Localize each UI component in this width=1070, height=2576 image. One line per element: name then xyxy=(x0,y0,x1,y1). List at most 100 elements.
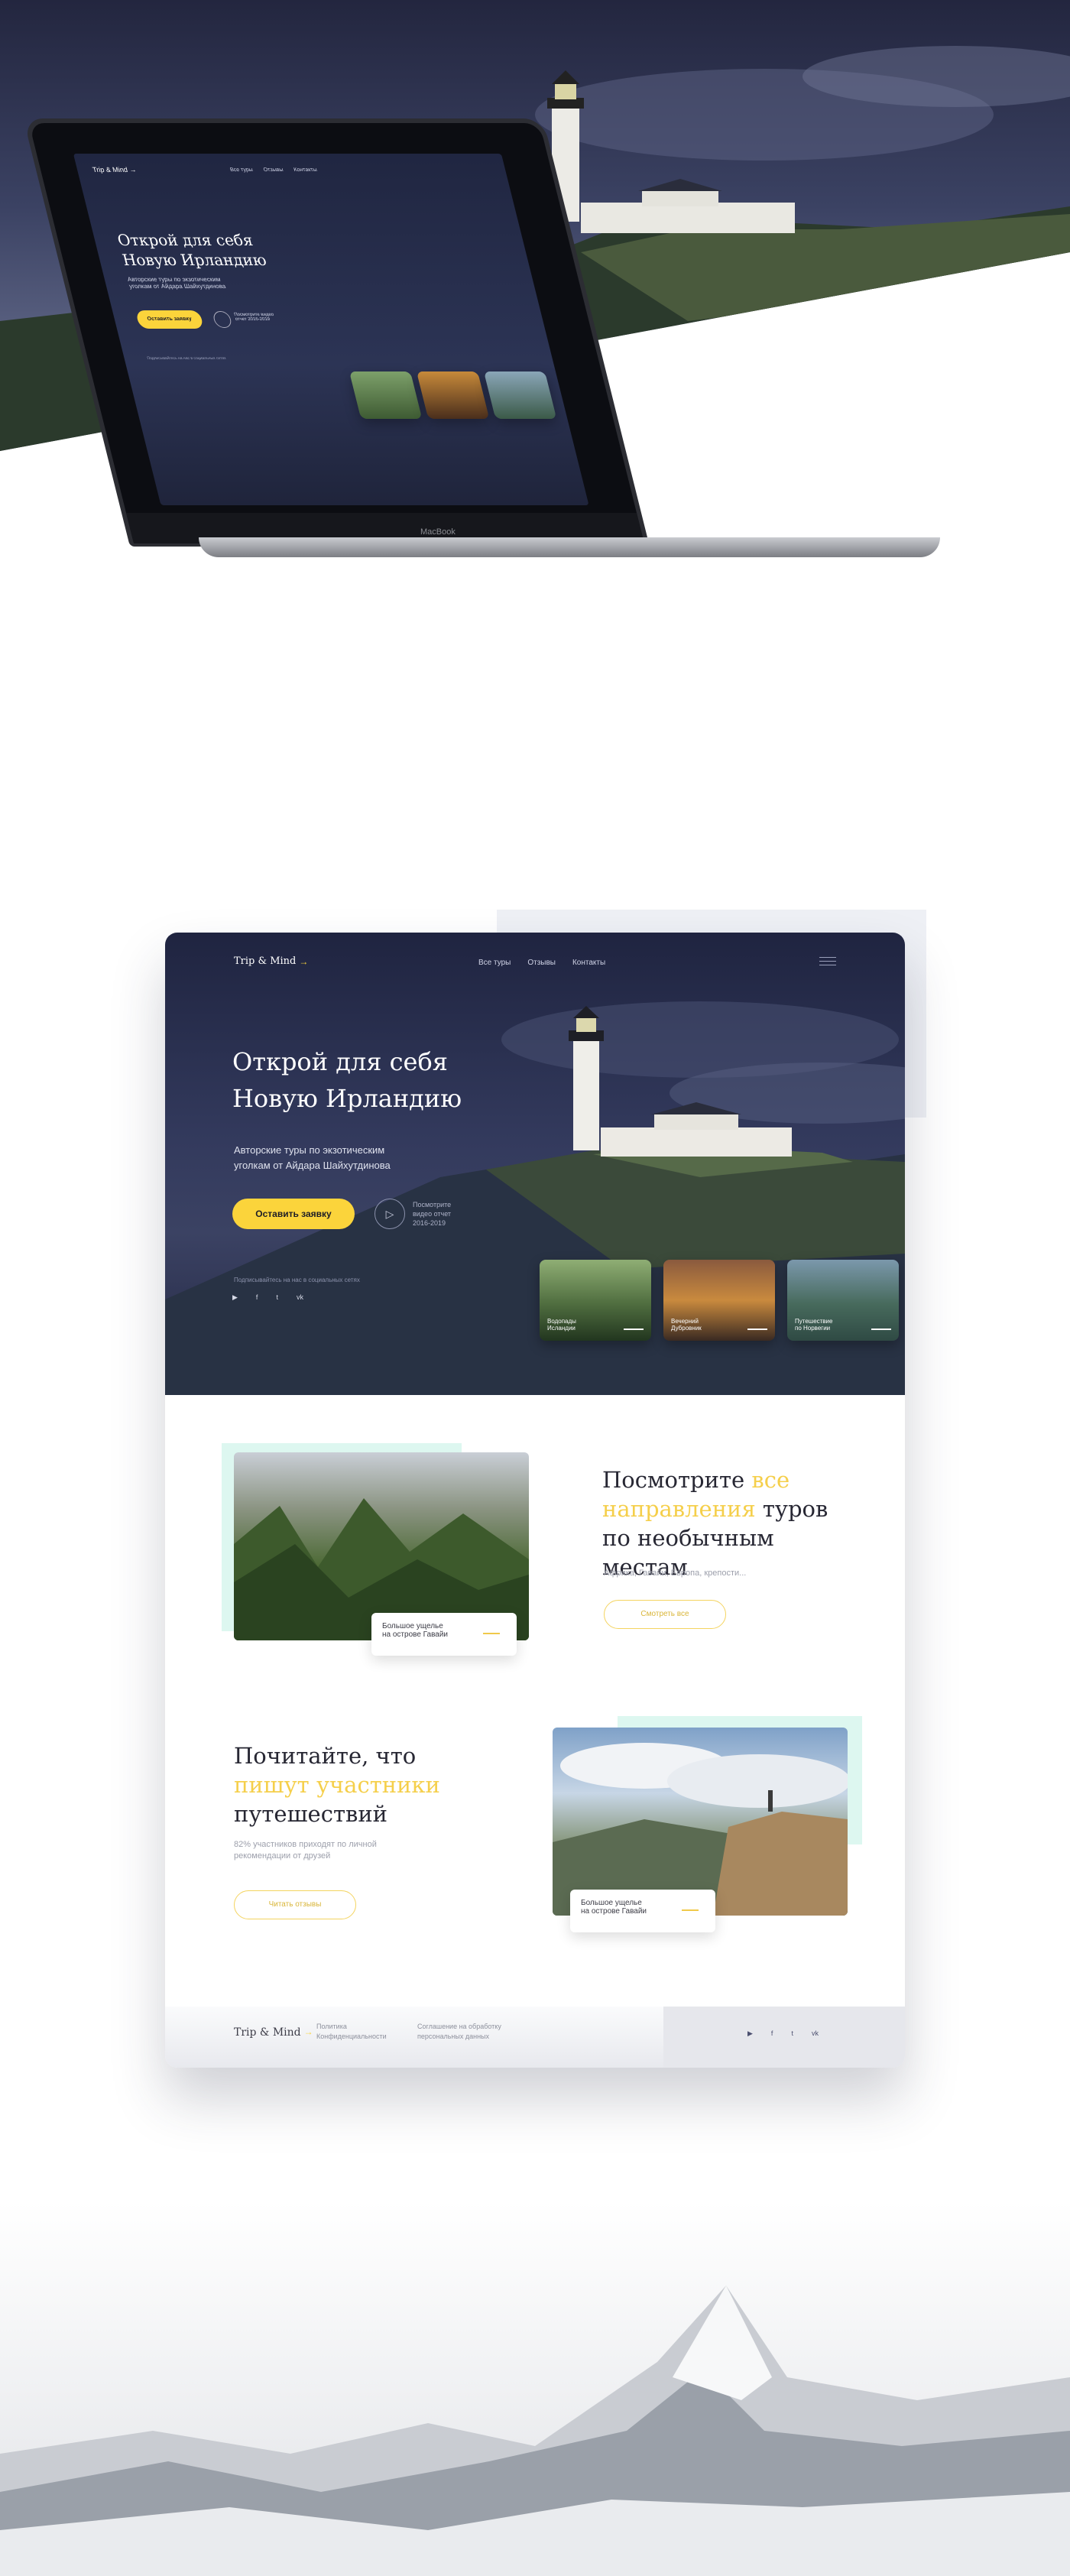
screen-nav-item[interactable]: Контакты xyxy=(293,167,318,173)
screen-nav-item[interactable]: Отзывы xyxy=(263,167,284,173)
screen-social-label: Подписывайтесь на нас в социальных сетях xyxy=(146,356,227,361)
link-line: Политика xyxy=(316,2023,347,2030)
nav-item-tours[interactable]: Все туры xyxy=(478,959,511,967)
hero-section: Trip & Mind → Все туры Отзывы Контакты О… xyxy=(165,933,905,1395)
data-processing-link[interactable]: Соглашение на обработку персональных дан… xyxy=(417,2022,501,2042)
logo-arrow-icon: → xyxy=(303,2026,313,2037)
tour-card-waterfalls[interactable]: Водопады Исландии xyxy=(540,1260,651,1341)
hero-cta-button[interactable]: Оставить заявку xyxy=(232,1199,355,1229)
title-highlight: пишут участники xyxy=(234,1772,440,1798)
screen-subtitle: Авторские туры по экзотическим уголкам о… xyxy=(126,276,227,290)
video-text-line: Посмотрите xyxy=(413,1201,452,1209)
nav-item-contacts[interactable]: Контакты xyxy=(572,959,605,967)
screen-video-text: Посмотрите видео отчет 2016-2019 xyxy=(233,313,275,322)
twitter-icon[interactable]: t xyxy=(791,2029,793,2038)
title-highlight: направления xyxy=(602,1496,756,1522)
screen-play-icon[interactable] xyxy=(212,311,233,328)
twitter-icon[interactable]: t xyxy=(276,1293,278,1302)
youtube-icon[interactable]: ▶ xyxy=(232,1293,238,1302)
social-label: Подписывайтесь на нас в социальных сетях xyxy=(234,1277,360,1283)
screen-title-line: Открой для себя xyxy=(115,231,255,249)
vk-icon[interactable]: vk xyxy=(297,1293,303,1302)
privacy-policy-link[interactable]: Политика Конфиденциальности xyxy=(316,2022,387,2042)
link-line: Конфиденциальности xyxy=(316,2033,387,2040)
caption-line: Большое ущелье xyxy=(581,1899,642,1907)
youtube-icon[interactable]: ▶ xyxy=(747,2029,753,2038)
caption-line: Большое ущелье xyxy=(382,1622,443,1630)
video-report-text: Посмотрите видео отчет 2016-2019 xyxy=(413,1200,451,1228)
caption-line: на острове Гавайи xyxy=(382,1630,449,1639)
site-logo[interactable]: Trip & Mind → xyxy=(234,955,308,967)
desc-line: рекомендации от друзей xyxy=(234,1851,331,1861)
footer: Trip & Mind → Политика Конфиденциальност… xyxy=(165,2007,905,2068)
screen-title: Открой для себя Новую Ирландию xyxy=(115,230,269,270)
vk-icon[interactable]: vk xyxy=(812,2029,819,2038)
screen-nav-item[interactable]: Все туры xyxy=(229,167,253,173)
footer-social-icons: ▶ f t vk xyxy=(747,2029,819,2038)
cliff-photo xyxy=(553,1728,848,1916)
title-text: Почитайте, что xyxy=(234,1743,417,1769)
screen-card[interactable] xyxy=(416,371,490,419)
title-highlight: все xyxy=(751,1467,790,1493)
screen-card[interactable] xyxy=(349,371,423,419)
view-all-button[interactable]: Смотреть все xyxy=(604,1600,726,1629)
photo-caption-card: Большое ущелье на острове Гавайи xyxy=(570,1890,715,1932)
facebook-icon[interactable]: f xyxy=(256,1293,258,1302)
cliff-illustration xyxy=(553,1743,848,1916)
logo-arrow-icon: → xyxy=(299,955,309,967)
main-nav: Все туры Отзывы Контакты xyxy=(478,959,605,967)
footer-logo[interactable]: Trip & Mind → xyxy=(234,2026,313,2039)
mountain-illustration xyxy=(0,2201,1070,2576)
reviews-description: 82% участников приходят по личной рекоме… xyxy=(234,1839,377,1862)
screen-cta-button[interactable]: Оставить заявку xyxy=(135,310,204,329)
arrow-right-icon xyxy=(871,1329,891,1330)
landing-page-mockup: Trip & Mind → Все туры Отзывы Контакты О… xyxy=(165,933,905,2068)
title-text: путешествий xyxy=(234,1801,387,1827)
facebook-icon[interactable]: f xyxy=(771,2029,773,2038)
logo-text: Trip & Mind xyxy=(234,2026,301,2039)
reviews-title: Почитайте, что пишут участники путешеств… xyxy=(234,1741,440,1828)
video-text-line: 2016-2019 xyxy=(413,1219,446,1227)
screen-title-line: Новую Ирландию xyxy=(120,251,269,269)
tour-card-dubrovnik[interactable]: Вечерний Дубровник xyxy=(663,1260,775,1341)
screen-nav: Все туры Отзывы Контакты xyxy=(229,167,317,173)
destinations-title: Посмотрите все направления туров по необ… xyxy=(602,1465,862,1582)
read-reviews-button[interactable]: Читать отзывы xyxy=(234,1890,356,1919)
title-text: Посмотрите xyxy=(602,1467,752,1493)
laptop-mockup: Trip & Mind → Все туры Отзывы Контакты О… xyxy=(23,118,940,562)
tour-card-label: Водопады Исландии xyxy=(547,1318,576,1332)
title-text: туров xyxy=(755,1496,828,1522)
caption-line: на острове Гавайи xyxy=(581,1907,647,1916)
logo-text: Trip & Mind xyxy=(234,955,297,967)
laptop-brand: MacBook xyxy=(420,527,456,537)
laptop-base xyxy=(199,537,940,557)
arrow-right-icon xyxy=(624,1329,644,1330)
link-line: персональных данных xyxy=(417,2033,490,2040)
hero-social-icons: ▶ f t vk xyxy=(232,1293,303,1302)
hero-subtitle: Авторские туры по экзотическим уголкам о… xyxy=(234,1143,391,1173)
hamburger-icon[interactable] xyxy=(819,957,836,966)
footer-social-panel: ▶ f t vk xyxy=(663,2007,905,2068)
snow-mountain-photo xyxy=(0,2201,1070,2576)
hero-subtitle-line: уголкам от Айдара Шайхутдинова xyxy=(234,1160,391,1171)
hero-title-line-2: Новую Ирландию xyxy=(232,1084,462,1113)
photo-caption-card: Большое ущелье на острове Гавайи xyxy=(371,1613,517,1656)
arrow-right-icon[interactable] xyxy=(682,1909,699,1911)
hero-title: Открой для себя Новую Ирландию xyxy=(232,1043,462,1117)
destination-tags: Африка, Гавайи, Европа, крепости... xyxy=(604,1569,747,1578)
tour-card-label: Вечерний Дубровник xyxy=(671,1318,702,1332)
play-icon[interactable]: ▷ xyxy=(374,1199,405,1229)
screen-card[interactable] xyxy=(483,371,557,419)
screen-logo: Trip & Mind → xyxy=(91,166,138,174)
arrow-right-icon xyxy=(747,1329,767,1330)
arrow-right-icon[interactable] xyxy=(483,1633,500,1634)
laptop-screen: Trip & Mind → Все туры Отзывы Контакты О… xyxy=(73,154,589,505)
link-line: Соглашение на обработку xyxy=(417,2023,501,2030)
video-text-line: видео отчет xyxy=(413,1210,452,1218)
tour-card-norway[interactable]: Путешествие по Норвегии xyxy=(787,1260,899,1341)
hero-subtitle-line: Авторские туры по экзотическим xyxy=(234,1144,385,1156)
nav-item-reviews[interactable]: Отзывы xyxy=(527,959,556,967)
top-banner: Trip & Mind → Все туры Отзывы Контакты О… xyxy=(0,0,1070,581)
tour-card-label: Путешествие по Норвегии xyxy=(795,1318,833,1332)
laptop-lid: Trip & Mind → Все туры Отзывы Контакты О… xyxy=(23,118,650,547)
